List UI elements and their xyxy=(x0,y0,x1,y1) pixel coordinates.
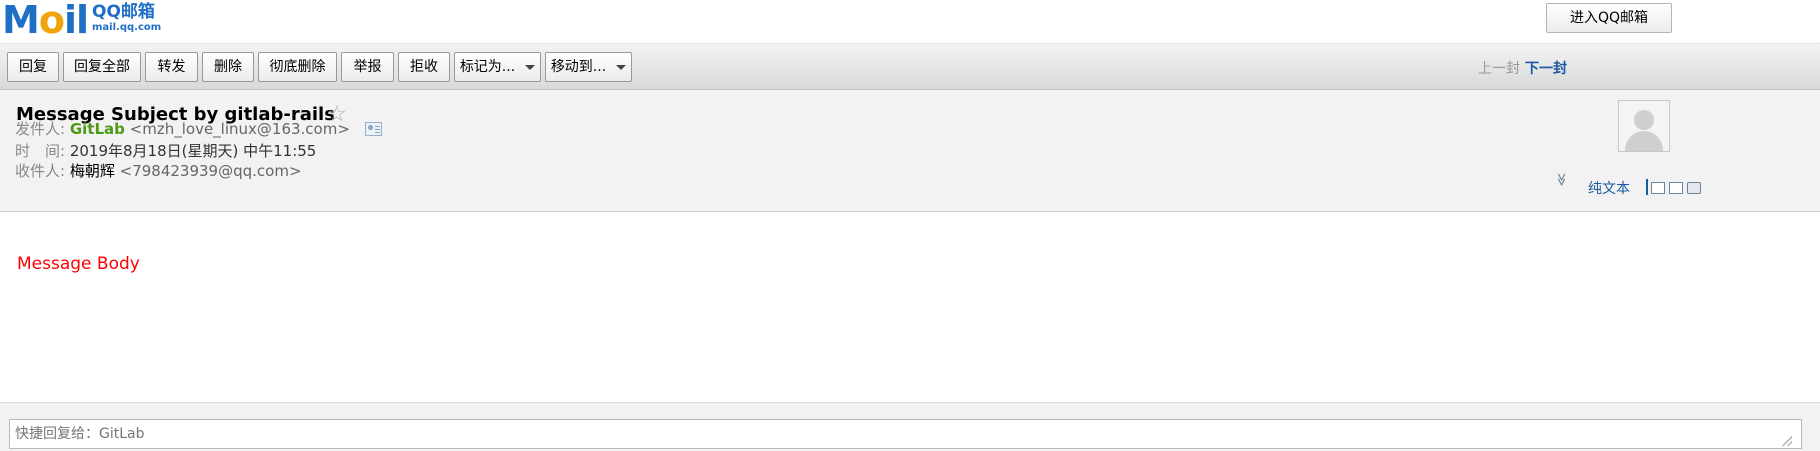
mark-as-label: 标记为... xyxy=(459,59,516,75)
delete-forever-button[interactable]: 彻底删除 xyxy=(258,52,337,82)
avatar-body xyxy=(1625,131,1663,151)
avatar xyxy=(1618,100,1670,152)
time-label: 时 间: xyxy=(15,142,66,160)
mark-as-dropdown[interactable]: 标记为... xyxy=(454,52,541,82)
sender-name[interactable]: GitLab xyxy=(70,120,125,138)
move-to-label: 移动到... xyxy=(550,59,607,75)
time-row: 时 间: 2019年8月18日(星期天) 中午11:55 xyxy=(15,140,316,161)
divider xyxy=(1646,179,1648,195)
logo-url: mail.qq.com xyxy=(92,22,162,33)
time-value: 2019年8月18日(星期天) 中午11:55 xyxy=(69,142,317,160)
new-window-icon[interactable] xyxy=(1651,182,1665,194)
message-body-text: Message Body xyxy=(17,254,140,274)
quick-reply-input[interactable] xyxy=(9,419,1802,449)
message-body: Message Body xyxy=(0,212,1820,402)
logo-wordmark: Moil xyxy=(2,0,89,42)
from-label: 发件人: xyxy=(15,120,66,138)
recipient-name[interactable]: 梅朝辉 xyxy=(70,162,115,180)
message-header: Message Subject by gitlab-rails ☆ 发件人: G… xyxy=(0,90,1820,212)
sender-row: 发件人: GitLab <mzh_love_linux@163.com> xyxy=(15,118,382,139)
caret-down-icon xyxy=(525,64,536,70)
plain-text-link[interactable]: 纯文本 xyxy=(1588,178,1630,198)
caret-down-icon xyxy=(616,64,627,70)
move-to-dropdown[interactable]: 移动到... xyxy=(545,52,632,82)
resize-grip-icon[interactable] xyxy=(1782,436,1792,446)
sender-address: <mzh_love_linux@163.com> xyxy=(129,120,350,138)
recipient-row: 收件人: 梅朝辉 <798423939@qq.com> xyxy=(15,160,302,181)
save-icon[interactable] xyxy=(1669,182,1683,194)
avatar-head xyxy=(1634,110,1654,130)
logo-side: QQ邮箱 mail.qq.com xyxy=(92,3,161,34)
enter-qq-mail-button[interactable]: 进入QQ邮箱 xyxy=(1546,3,1672,33)
top-bar: Moil QQ邮箱 mail.qq.com 进入QQ邮箱 xyxy=(0,0,1820,44)
qq-mail-logo[interactable]: Moil QQ邮箱 mail.qq.com xyxy=(2,0,161,40)
reply-all-button[interactable]: 回复全部 xyxy=(63,52,141,82)
forward-button[interactable]: 转发 xyxy=(145,52,198,82)
contact-card-icon[interactable] xyxy=(364,122,382,136)
recipient-address: <798423939@qq.com> xyxy=(119,162,302,180)
to-label: 收件人: xyxy=(15,162,66,180)
print-icon[interactable] xyxy=(1687,182,1701,194)
logo-cn: QQ邮箱 xyxy=(92,2,155,22)
previous-mail-link[interactable]: 上一封 xyxy=(1478,58,1520,78)
quick-reply-bar xyxy=(0,402,1820,451)
next-mail-link[interactable]: 下一封 xyxy=(1525,58,1567,78)
reply-button[interactable]: 回复 xyxy=(7,52,59,82)
expand-chevron-icon[interactable]: ≫ xyxy=(1554,173,1569,187)
report-button[interactable]: 举报 xyxy=(341,52,394,82)
toolbar: 回复 回复全部 转发 删除 彻底删除 举报 拒收 标记为... 移动到... 上… xyxy=(0,44,1820,90)
reject-button[interactable]: 拒收 xyxy=(398,52,450,82)
delete-button[interactable]: 删除 xyxy=(202,52,254,82)
